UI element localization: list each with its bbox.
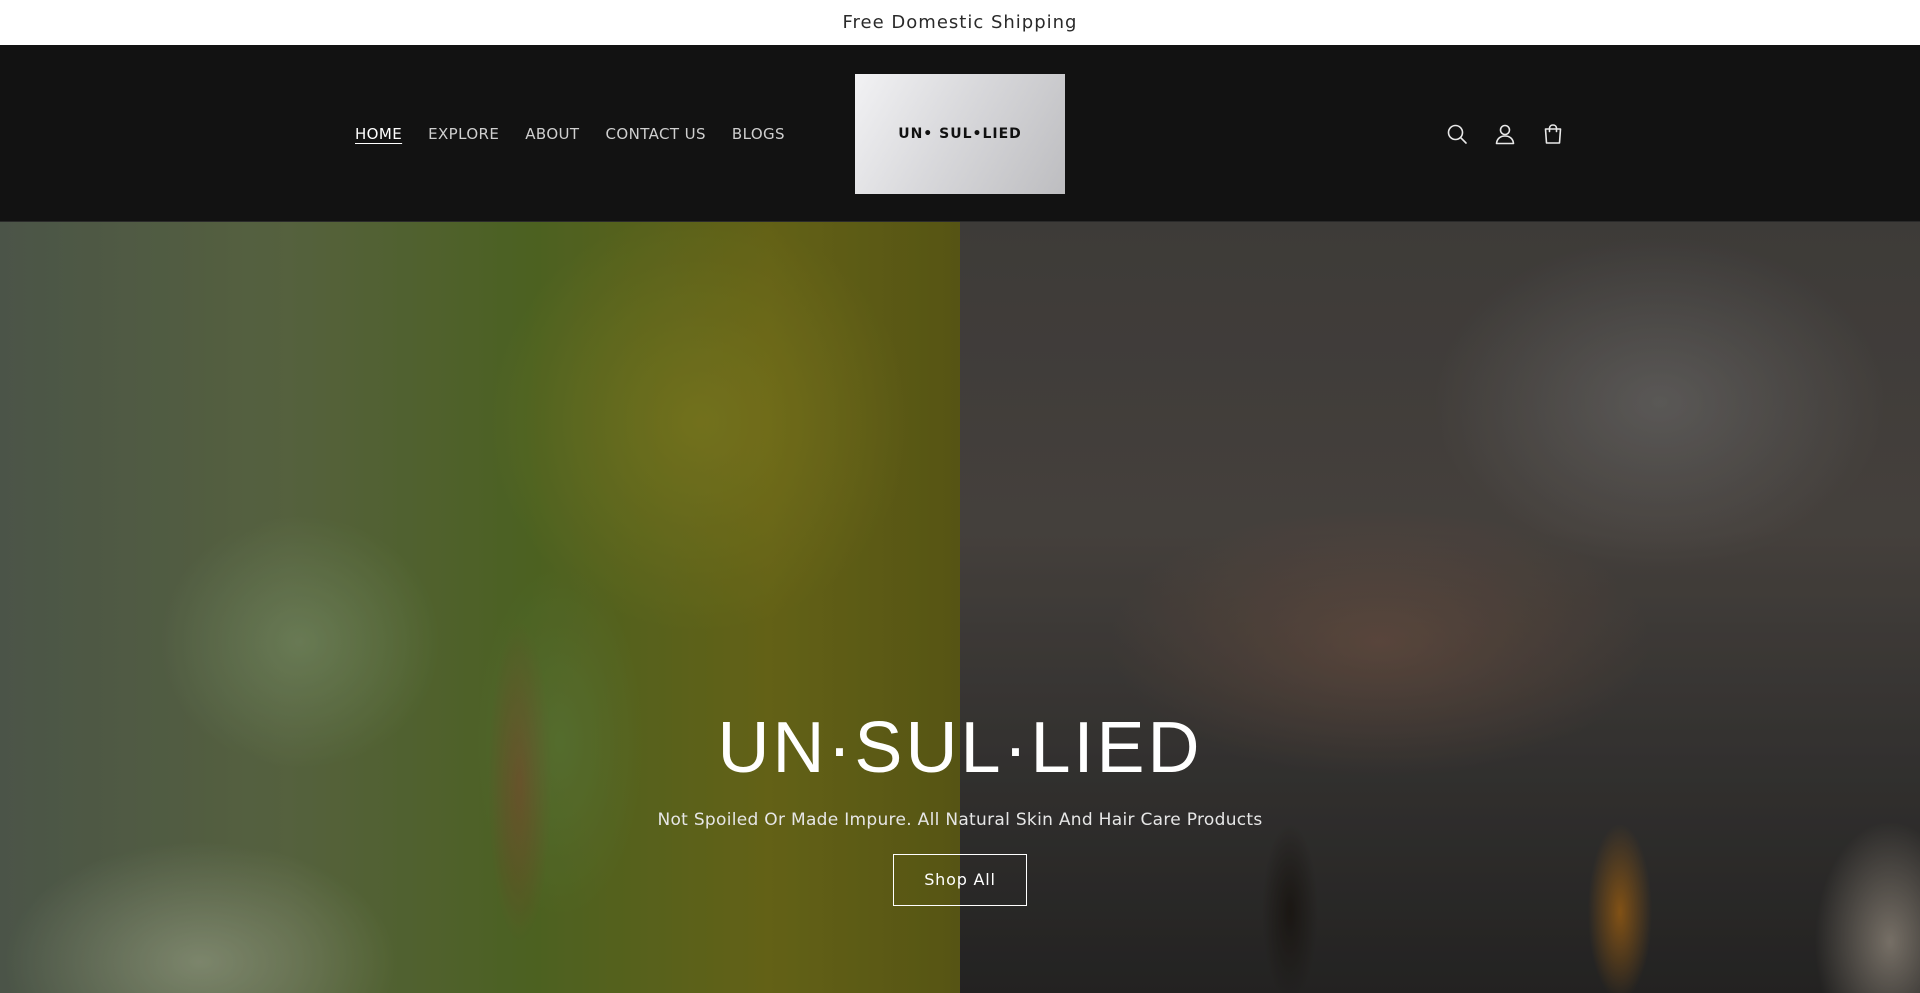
site-header: HOME EXPLORE ABOUT CONTACT US BLOGS UN• …: [0, 45, 1920, 222]
account-icon[interactable]: [1493, 122, 1517, 146]
hero-subtitle: Not Spoiled Or Made Impure. All Natural …: [657, 810, 1263, 830]
hero-title: UN·SUL·LIED: [717, 708, 1203, 788]
search-icon[interactable]: [1445, 122, 1469, 146]
nav-contact-us[interactable]: CONTACT US: [606, 125, 706, 143]
nav-home[interactable]: HOME: [355, 125, 402, 143]
hero-banner: UN·SUL·LIED Not Spoiled Or Made Impure. …: [0, 222, 1920, 993]
nav-about[interactable]: ABOUT: [525, 125, 579, 143]
shop-all-button[interactable]: Shop All: [893, 854, 1027, 906]
nav-blogs[interactable]: BLOGS: [732, 125, 785, 143]
logo-text: UN• SUL•LIED: [898, 126, 1022, 142]
announcement-text: Free Domestic Shipping: [842, 12, 1078, 33]
hero-content: UN·SUL·LIED Not Spoiled Or Made Impure. …: [0, 712, 1920, 906]
site-logo[interactable]: UN• SUL•LIED: [855, 74, 1065, 194]
announcement-bar: Free Domestic Shipping: [0, 0, 1920, 45]
header-icons: [1445, 45, 1565, 222]
nav-explore[interactable]: EXPLORE: [428, 125, 499, 143]
main-nav: HOME EXPLORE ABOUT CONTACT US BLOGS: [355, 45, 785, 222]
cart-icon[interactable]: [1541, 122, 1565, 146]
